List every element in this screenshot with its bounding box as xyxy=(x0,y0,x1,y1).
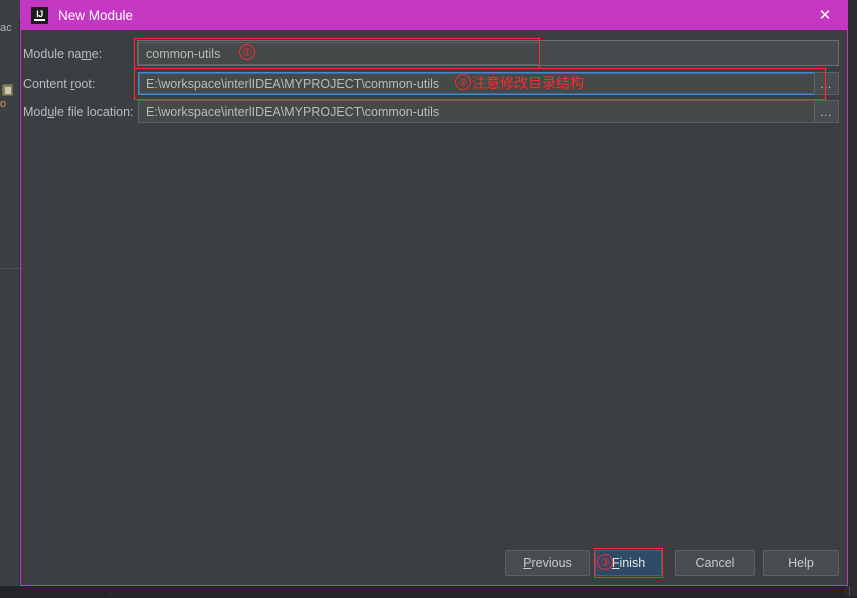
annotation-note-content-root: 注意修改目录结构 xyxy=(472,76,584,92)
module-name-label-mnemonic: m xyxy=(81,47,92,61)
help-button[interactable]: Help xyxy=(763,550,839,576)
ide-strip-divider xyxy=(0,268,20,269)
module-file-location-browse-button[interactable]: … xyxy=(814,100,839,123)
content-root-browse-button[interactable]: … xyxy=(814,72,839,95)
ide-toolbar-text-fragment: ac xyxy=(0,22,12,34)
finish-label-post: inish xyxy=(619,556,646,570)
ide-right-divider xyxy=(849,586,850,596)
content-root-label-pre: Content xyxy=(23,77,71,91)
annotation-marker-3: ③ xyxy=(597,554,613,570)
previous-label-post: revious xyxy=(531,556,572,570)
module-file-location-label-post: le file location: xyxy=(54,105,134,119)
module-name-label-pre: Module na xyxy=(23,47,82,61)
finish-label-mnemonic: F xyxy=(611,556,620,570)
module-file-location-label: Module file location: xyxy=(23,105,134,119)
annotation-marker-2: ② xyxy=(455,74,471,90)
previous-button[interactable]: Previous xyxy=(505,550,590,576)
ide-project-node-icon xyxy=(2,84,13,96)
cancel-button[interactable]: Cancel xyxy=(675,550,755,576)
module-name-label-post: e: xyxy=(91,47,103,61)
content-root-label: Content root: xyxy=(23,77,95,91)
new-module-dialog: IJ New Module ✕ Module name: common-util… xyxy=(20,0,848,586)
previous-label-mnemonic: P xyxy=(523,556,532,570)
logo-label: IJ xyxy=(36,8,43,19)
ide-bottom-dots: · · xyxy=(60,588,135,598)
logo-underbar xyxy=(34,18,45,21)
dialog-titlebar: IJ New Module ✕ xyxy=(21,0,847,30)
module-name-label: Module name: xyxy=(23,47,102,61)
dialog-title: New Module xyxy=(58,7,134,23)
close-icon[interactable]: ✕ xyxy=(803,0,847,30)
module-file-location-label-pre: Mod xyxy=(23,105,48,119)
annotation-marker-1: ① xyxy=(239,44,255,60)
module-name-input[interactable]: common-utils xyxy=(138,42,540,65)
ide-tree-text-fragment: o xyxy=(0,98,7,110)
intellij-idea-logo-icon: IJ xyxy=(31,6,48,24)
content-root-label-post: oot: xyxy=(74,77,96,91)
module-file-location-input[interactable]: E:\workspace\interlIDEA\MYPROJECT\common… xyxy=(138,100,817,123)
ide-left-top-corner xyxy=(0,0,20,20)
